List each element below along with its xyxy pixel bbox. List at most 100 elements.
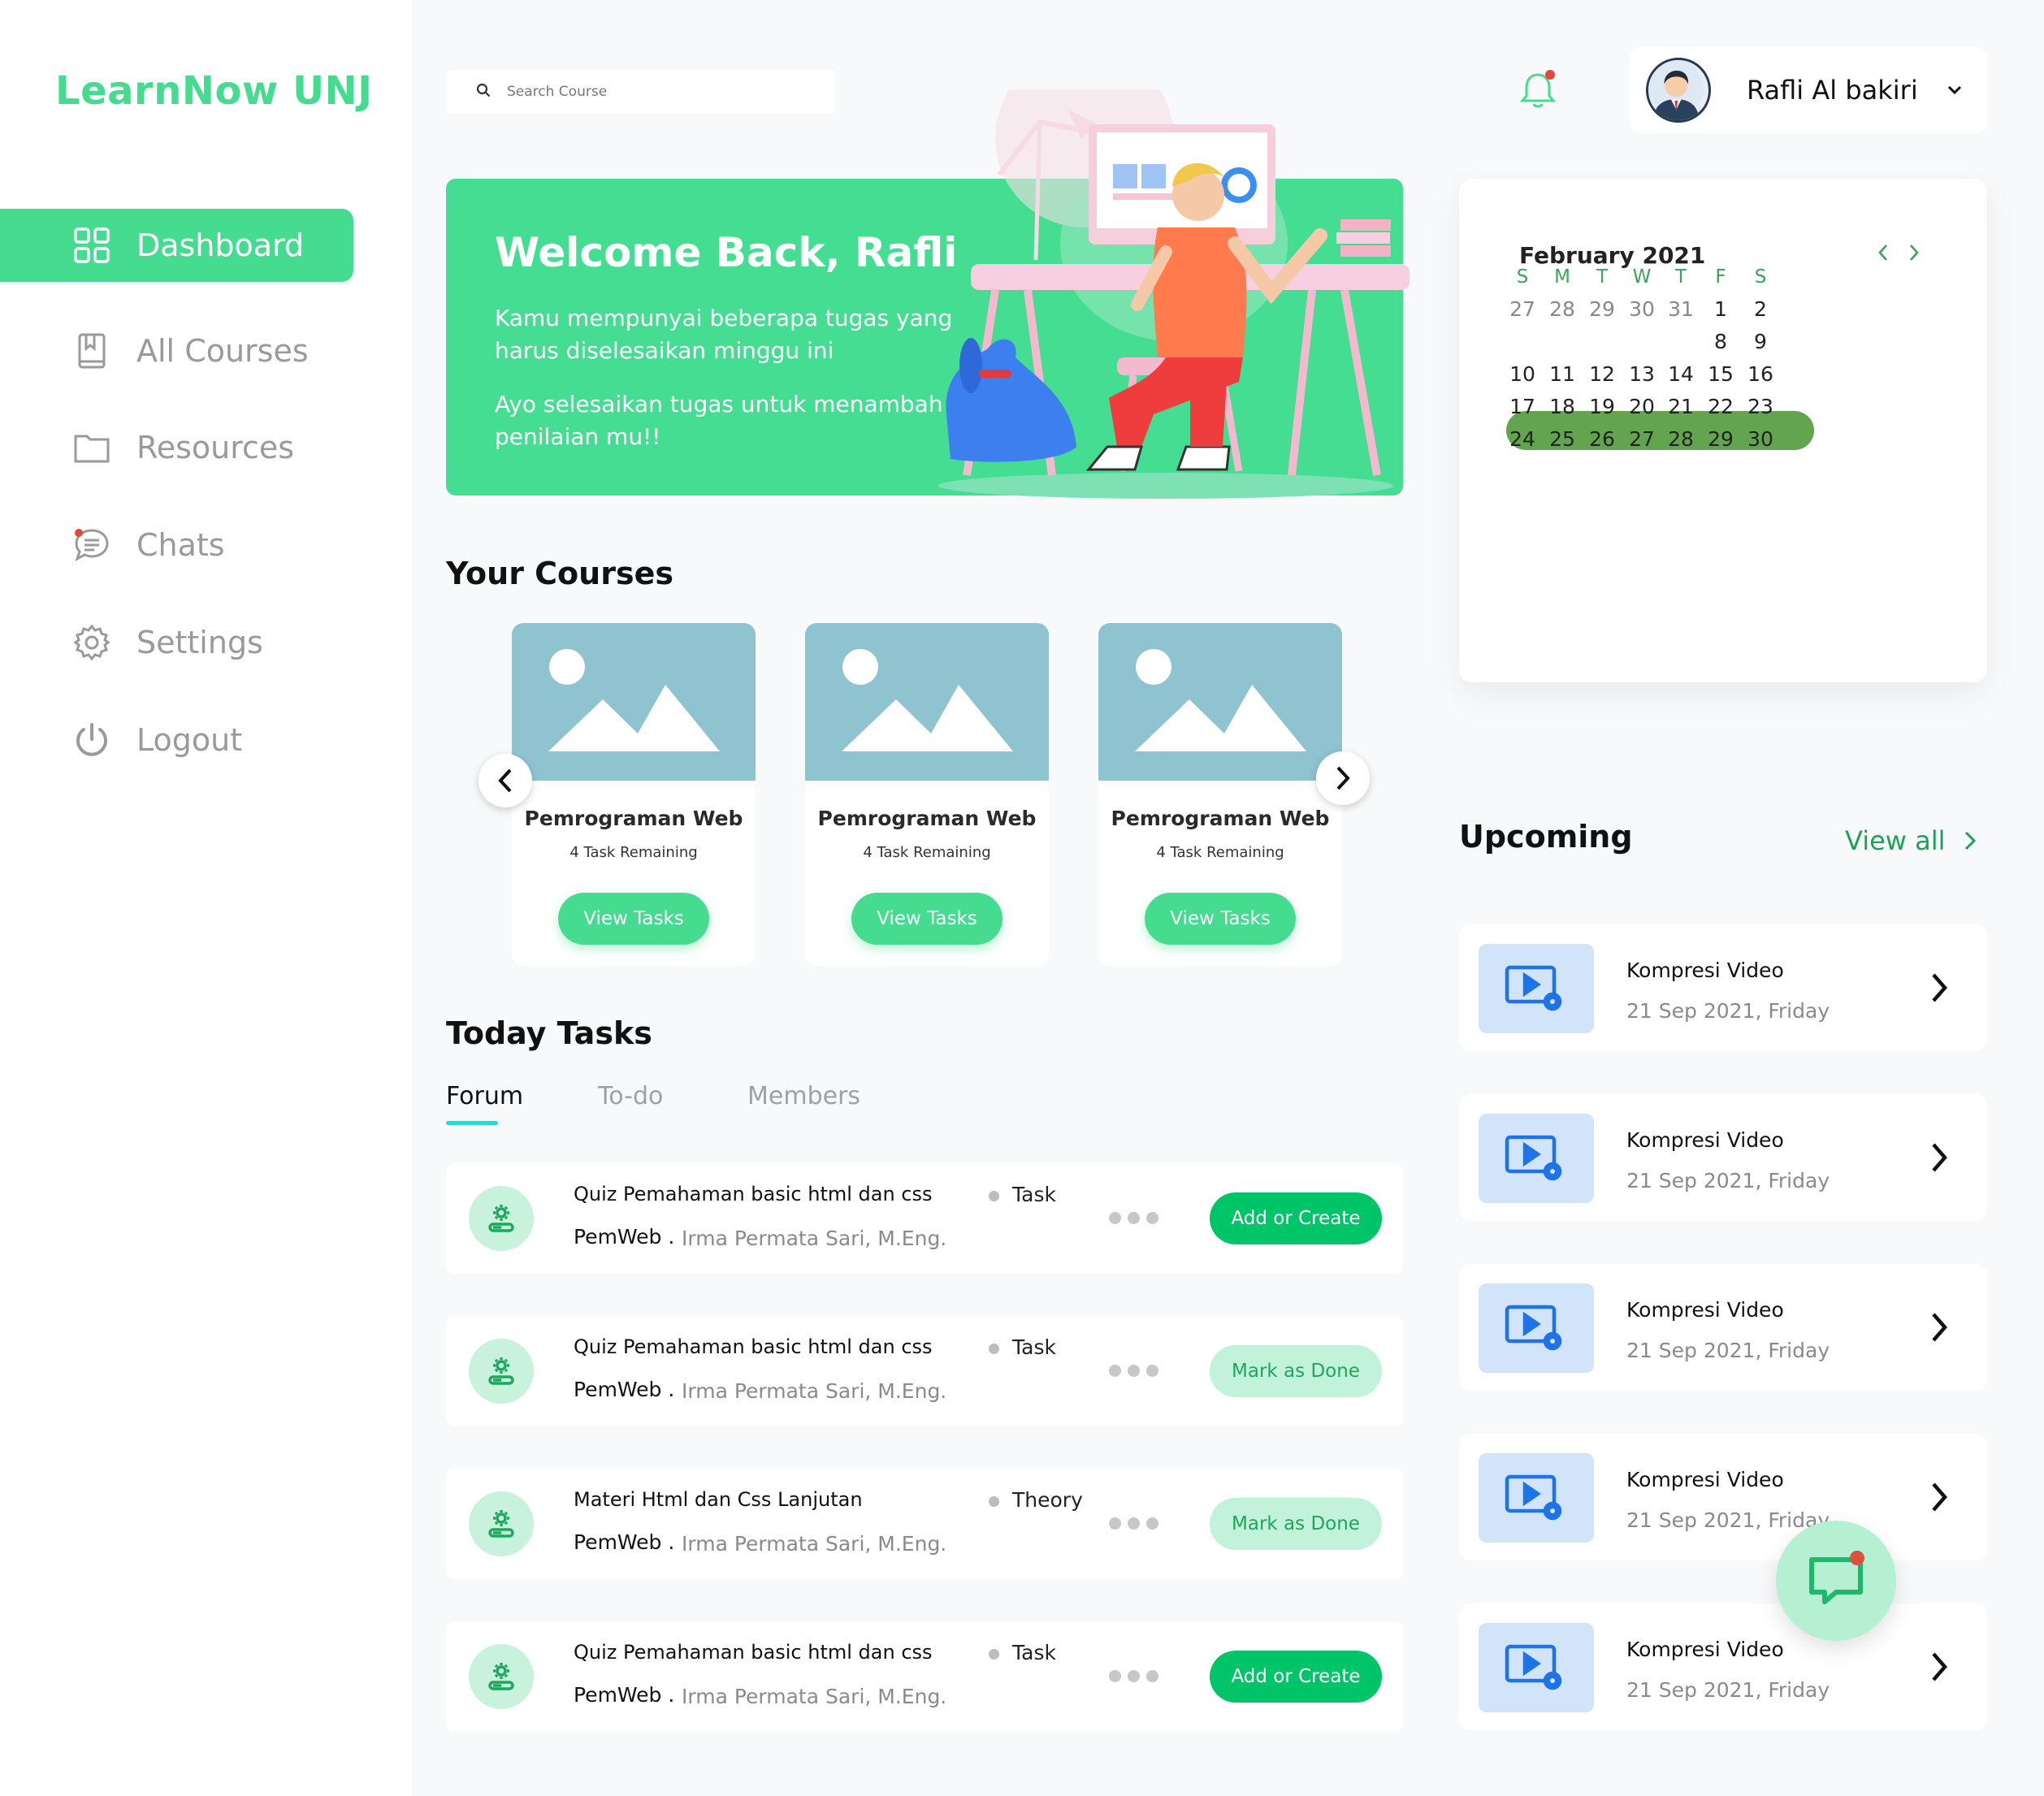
- calendar-prev-button[interactable]: [1873, 240, 1893, 265]
- sidebar-item-label: Settings: [136, 625, 263, 660]
- calendar-day[interactable]: 30: [1736, 427, 1785, 451]
- sidebar-item-label: Resources: [136, 430, 295, 465]
- task-type: Task: [1012, 1641, 1056, 1664]
- task-type: Task: [1012, 1183, 1056, 1206]
- calendar-day[interactable]: 23: [1736, 395, 1785, 418]
- chevron-right-icon: [1932, 1652, 1947, 1681]
- view-all-link[interactable]: View all: [1845, 825, 1977, 856]
- upcoming-title: Upcoming: [1459, 819, 1633, 855]
- chevron-down-icon[interactable]: [1945, 80, 1964, 99]
- view-tasks-button[interactable]: View Tasks: [558, 893, 709, 945]
- sidebar-item-label: Chats: [136, 527, 225, 563]
- task-settings-icon: [469, 1644, 534, 1709]
- sidebar-item-settings[interactable]: Settings: [0, 606, 353, 679]
- upcoming-title-text: Kompresi Video: [1626, 1298, 1784, 1322]
- task-settings-icon: [469, 1491, 534, 1556]
- sidebar-item-logout[interactable]: Logout: [0, 703, 353, 777]
- chevron-right-icon: [1932, 1143, 1947, 1172]
- upcoming-date: 21 Sep 2021, Friday: [1626, 999, 1830, 1023]
- chevron-right-icon: [1932, 1482, 1947, 1512]
- upcoming-item[interactable]: Kompresi Video 21 Sep 2021, Friday: [1459, 924, 1987, 1051]
- sidebar-item-label: Logout: [136, 722, 243, 758]
- video-settings-icon: [1479, 1114, 1594, 1203]
- calendar-next-button[interactable]: [1904, 240, 1924, 265]
- view-tasks-button[interactable]: View Tasks: [1145, 893, 1296, 945]
- mark-as-done-button[interactable]: Mark as Done: [1210, 1345, 1382, 1397]
- view-tasks-button[interactable]: View Tasks: [851, 893, 1003, 945]
- sidebar-item-label: All Courses: [136, 333, 309, 369]
- sidebar: LearnNow UNJ Dashboard All Courses Resou…: [0, 0, 412, 1796]
- sidebar-item-resources[interactable]: Resources: [0, 411, 353, 484]
- view-all-label: View all: [1845, 825, 1946, 856]
- avatar: [1646, 58, 1711, 123]
- task-row: Quiz Pemahaman basic html dan css PemWeb…: [446, 1621, 1403, 1732]
- search-input[interactable]: [507, 84, 816, 100]
- task-type-dot: [989, 1496, 999, 1507]
- task-type-dot: [989, 1649, 999, 1660]
- upcoming-date: 21 Sep 2021, Friday: [1626, 1508, 1830, 1532]
- course-card[interactable]: Pemrograman Web 4 Task Remaining View Ta…: [805, 623, 1049, 966]
- carousel-prev-button[interactable]: [479, 754, 532, 807]
- profile-menu[interactable]: Rafli Al bakiri: [1630, 47, 1987, 133]
- calendar-day[interactable]: 9: [1736, 330, 1785, 353]
- course-title: Pemrograman Web: [524, 807, 743, 830]
- video-settings-icon: [1479, 1453, 1594, 1543]
- mark-as-done-button[interactable]: Mark as Done: [1210, 1498, 1382, 1550]
- video-settings-icon: [1479, 1623, 1594, 1712]
- course-title: Pemrograman Web: [817, 807, 1037, 830]
- carousel-next-button[interactable]: [1316, 751, 1370, 805]
- image-placeholder-icon: [512, 623, 756, 781]
- upcoming-date: 21 Sep 2021, Friday: [1626, 1339, 1830, 1362]
- upcoming-item[interactable]: Kompresi Video 21 Sep 2021, Friday: [1459, 1603, 1987, 1730]
- chevron-left-icon: [1878, 245, 1887, 261]
- active-tab-indicator: [446, 1121, 498, 1125]
- calendar-month: February 2021: [1519, 242, 1706, 269]
- add-or-create-button[interactable]: Add or Create: [1210, 1192, 1382, 1244]
- course-remaining: 4 Task Remaining: [863, 844, 991, 861]
- task-teacher: Irma Permata Sari, M.Eng.: [682, 1379, 947, 1403]
- more-options-icon[interactable]: [1109, 1212, 1158, 1224]
- video-settings-icon: [1479, 1283, 1594, 1373]
- sidebar-item-label: Dashboard: [136, 227, 305, 263]
- upcoming-title-text: Kompresi Video: [1626, 1638, 1784, 1661]
- sidebar-item-chats[interactable]: Chats: [0, 509, 353, 582]
- task-course: PemWeb .: [574, 1530, 675, 1554]
- task-teacher: Irma Permata Sari, M.Eng.: [682, 1227, 947, 1250]
- more-options-icon[interactable]: [1109, 1670, 1158, 1682]
- calendar-day[interactable]: 2: [1736, 297, 1785, 321]
- upcoming-item[interactable]: Kompresi Video 21 Sep 2021, Friday: [1459, 1094, 1987, 1221]
- floating-chat-button[interactable]: [1776, 1521, 1896, 1641]
- task-course: PemWeb .: [574, 1378, 675, 1401]
- upcoming-item[interactable]: Kompresi Video 21 Sep 2021, Friday: [1459, 1264, 1987, 1391]
- task-title: Quiz Pemahaman basic html dan css: [574, 1641, 933, 1664]
- course-title: Pemrograman Web: [1111, 807, 1330, 830]
- task-settings-icon: [469, 1339, 534, 1404]
- tab-members[interactable]: Members: [747, 1082, 860, 1110]
- task-settings-icon: [469, 1186, 534, 1251]
- video-settings-icon: [1479, 944, 1594, 1033]
- task-type: Theory: [1012, 1488, 1083, 1512]
- folder-icon: [73, 429, 110, 466]
- calendar: February 2021 S M T W T F S 27 28 29 30 31 1 2 3 4 5 6 7 8 9…: [1459, 179, 1987, 682]
- calendar-day[interactable]: 16: [1736, 362, 1785, 386]
- banner-illustration: [922, 49, 1410, 504]
- chevron-right-icon: [1932, 973, 1947, 1002]
- grid-icon: [73, 227, 110, 264]
- bell-icon[interactable]: [1518, 68, 1558, 110]
- your-courses-title: Your Courses: [446, 556, 673, 591]
- upcoming-item[interactable]: Kompresi Video 21 Sep 2021, Friday: [1459, 1434, 1987, 1560]
- task-type-dot: [989, 1344, 999, 1354]
- sidebar-item-dashboard[interactable]: Dashboard: [0, 209, 353, 282]
- sidebar-item-all-courses[interactable]: All Courses: [0, 314, 353, 387]
- course-card[interactable]: Pemrograman Web 4 Task Remaining View Ta…: [512, 623, 756, 966]
- power-icon: [73, 721, 110, 759]
- tab-to-do[interactable]: To-do: [598, 1082, 663, 1110]
- search-bar[interactable]: [447, 70, 835, 114]
- tab-forum[interactable]: Forum: [446, 1082, 523, 1110]
- course-card[interactable]: Pemrograman Web 4 Task Remaining View Ta…: [1098, 623, 1342, 966]
- more-options-icon[interactable]: [1109, 1517, 1158, 1530]
- task-row: Materi Html dan Css Lanjutan PemWeb . Ir…: [446, 1469, 1403, 1579]
- add-or-create-button[interactable]: Add or Create: [1210, 1651, 1382, 1703]
- more-options-icon[interactable]: [1109, 1365, 1158, 1377]
- search-icon: [476, 83, 491, 101]
